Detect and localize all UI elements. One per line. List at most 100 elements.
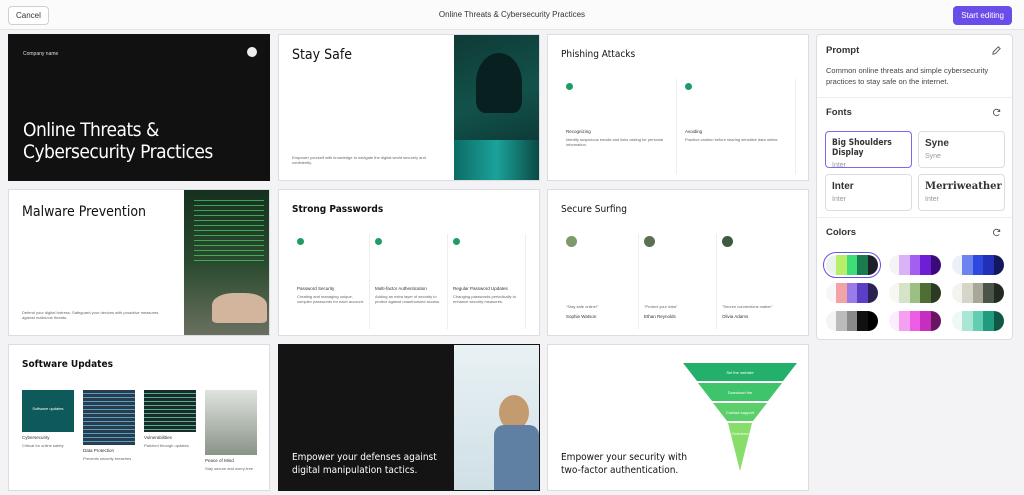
list-item: Avoiding Practice caution before sharing… — [680, 79, 796, 174]
color-swatch — [993, 255, 1004, 275]
item-heading: Vulnerabilities — [144, 435, 172, 440]
slide-8[interactable]: Empower your defenses against digital ma… — [278, 344, 540, 491]
slide-6[interactable]: Secure Surfing "Stay safe online!" Sophi… — [547, 189, 809, 336]
color-palette-6[interactable] — [952, 283, 1004, 303]
color-swatch — [930, 283, 941, 303]
color-swatch — [930, 311, 941, 331]
color-swatch — [983, 311, 994, 331]
color-swatch — [962, 255, 973, 275]
color-swatch — [836, 311, 847, 331]
color-swatch — [909, 283, 921, 303]
color-swatch — [899, 311, 910, 331]
color-swatch — [857, 255, 868, 275]
font-option-inter[interactable]: Inter Inter — [825, 174, 912, 211]
refresh-icon[interactable] — [991, 107, 1002, 118]
company-name: Company name — [23, 51, 59, 57]
colors-title: Colors — [826, 227, 857, 238]
item-text: Identify suspicious emails and links ask… — [566, 137, 664, 147]
color-swatch — [899, 283, 910, 303]
color-palette-2[interactable] — [889, 255, 941, 275]
color-swatch — [962, 283, 973, 303]
bullet-icon — [453, 238, 460, 245]
slide-title: Secure Surfing — [561, 204, 627, 215]
start-editing-button[interactable]: Start editing — [953, 6, 1012, 25]
color-swatch — [867, 311, 878, 331]
prompt-text: Common online threats and simple cyberse… — [826, 66, 989, 86]
color-palette-9[interactable] — [952, 311, 1004, 331]
item-text: Prevents security breaches — [83, 456, 132, 461]
color-swatch — [857, 283, 868, 303]
item-heading: Avoiding — [685, 129, 703, 134]
color-palette-4[interactable] — [826, 283, 878, 303]
color-swatch — [972, 283, 984, 303]
avatar — [644, 236, 655, 247]
item-heading: Peace of Mind — [205, 458, 234, 463]
color-swatch — [983, 255, 994, 275]
item-heading: Password Security — [297, 286, 335, 291]
color-swatch — [889, 311, 900, 331]
font-option-syne[interactable]: Syne Syne — [918, 131, 1005, 168]
color-swatch — [899, 255, 910, 275]
color-palette-8[interactable] — [889, 311, 941, 331]
list-item: Recognizing Identify suspicious emails a… — [561, 79, 677, 174]
bullet-icon — [297, 238, 304, 245]
slide-9[interactable]: Empower your security with two-factor au… — [547, 344, 809, 491]
item-heading: Multi-factor Authentication — [375, 286, 427, 291]
edit-icon[interactable] — [991, 45, 1002, 56]
slide-1[interactable]: Company name Online Threats & Cybersecur… — [8, 34, 270, 181]
software-updates-image: Software updates — [22, 390, 74, 432]
slide-title: Stay Safe — [292, 47, 352, 63]
color-swatch — [826, 255, 837, 275]
slide-4[interactable]: Malware Prevention Defend your digital f… — [8, 189, 270, 336]
color-swatch — [962, 311, 973, 331]
code-image — [144, 390, 196, 432]
font-option-big-shoulders[interactable]: Big Shoulders Display Inter — [825, 131, 912, 169]
item-text: Practice caution before sharing sensitiv… — [685, 137, 779, 142]
list-item: Multi-factor Authentication Adding an ex… — [370, 234, 448, 329]
bullet-icon — [685, 83, 692, 90]
color-palette-7[interactable] — [826, 311, 878, 331]
font-option-merriweather[interactable]: Merriweather Inter — [918, 174, 1005, 211]
color-palette-5[interactable] — [889, 283, 941, 303]
slide-title: Empower your defenses against digital ma… — [292, 452, 437, 476]
slide-title: Software Updates — [22, 359, 113, 370]
list-item: Password Security Creating and managing … — [292, 234, 370, 329]
color-swatch — [836, 255, 847, 275]
slide-7[interactable]: Software Updates Software updates Cybers… — [8, 344, 270, 491]
author: Ethan Reynolds — [644, 314, 676, 319]
item-text: Adding an extra layer of security to pro… — [375, 294, 441, 304]
logo-icon — [247, 47, 257, 57]
laptop-image — [205, 390, 257, 455]
refresh-icon[interactable] — [991, 227, 1002, 238]
page-title: Online Threats & Cybersecurity Practices — [438, 10, 586, 19]
color-swatch — [920, 255, 931, 275]
color-swatch — [846, 283, 858, 303]
item-heading: Cybersecurity — [22, 435, 50, 440]
item-heading: Data Protection — [83, 448, 115, 453]
item-heading: Regular Password Updates — [453, 286, 508, 291]
slide-5[interactable]: Strong Passwords Password Security Creat… — [278, 189, 540, 336]
color-swatch — [972, 311, 984, 331]
bullet-icon — [375, 238, 382, 245]
slide-body: Defend your digital fortress. Safeguard … — [22, 310, 159, 320]
color-swatch — [952, 255, 963, 275]
color-swatch — [993, 283, 1004, 303]
item-heading: Recognizing — [566, 129, 591, 134]
funnel-label: Overview — [732, 431, 749, 436]
color-swatch — [889, 255, 900, 275]
color-palette-1[interactable] — [823, 252, 881, 278]
color-palette-3[interactable] — [952, 255, 1004, 275]
slide-title: Online Threats & Cybersecurity Practices — [23, 119, 213, 163]
color-swatch — [909, 311, 921, 331]
code-image — [83, 390, 135, 445]
quote: "Stay safe online!" — [566, 304, 599, 309]
slide-3[interactable]: Phishing Attacks Recognizing Identify su… — [547, 34, 809, 181]
slide-2[interactable]: Stay Safe Empower yourself with knowledg… — [278, 34, 540, 181]
item-text: Changing passwords periodically to enhan… — [453, 294, 516, 304]
color-swatch — [920, 283, 931, 303]
testimonial: "Protect your data" Ethan Reynolds — [639, 234, 717, 329]
whiteboard-image — [454, 345, 539, 490]
item-text: Creating and managing unique, complex pa… — [297, 294, 364, 304]
avatar — [722, 236, 733, 247]
funnel-label: Download the — [728, 390, 753, 395]
